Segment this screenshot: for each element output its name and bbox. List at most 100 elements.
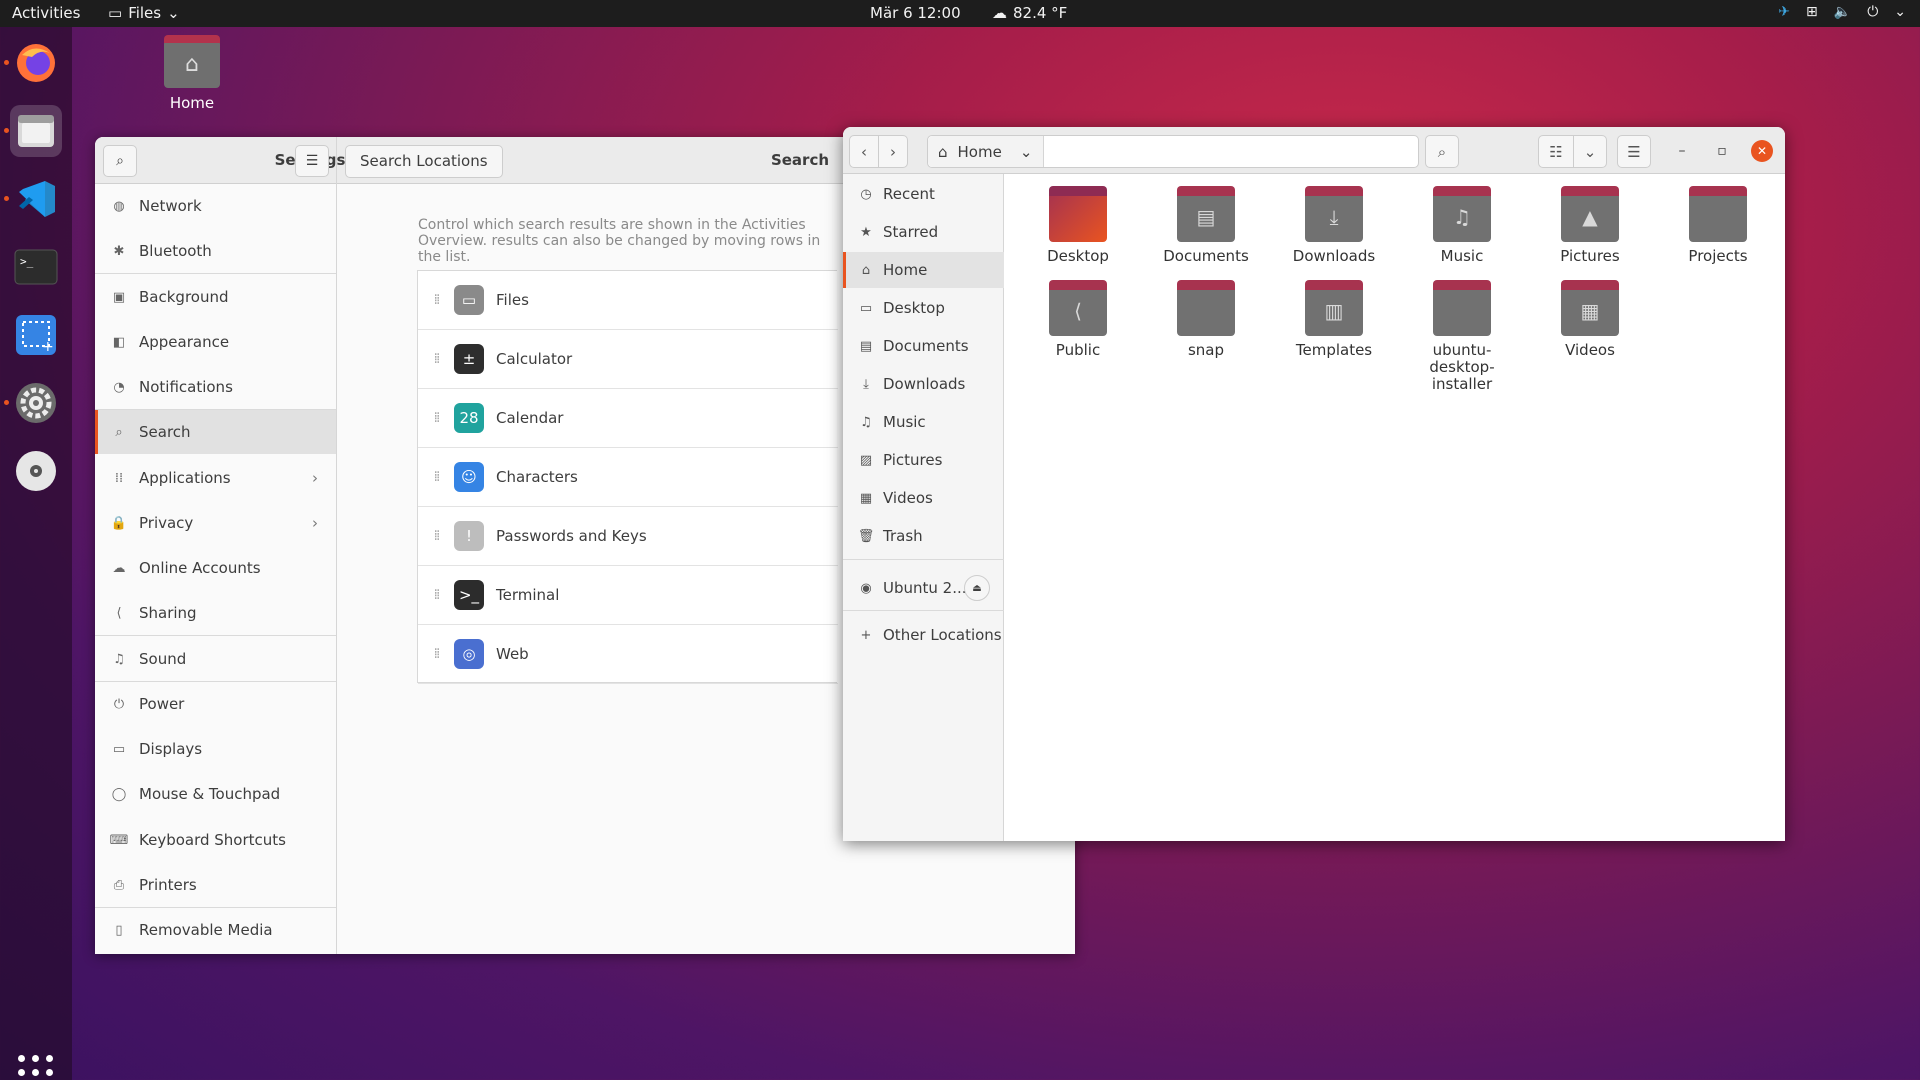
sidebar-item-network[interactable]: ◍ Network bbox=[95, 184, 336, 228]
sidebar-separator bbox=[95, 635, 336, 636]
drag-handle-icon[interactable]: ⁞⁞ bbox=[418, 292, 454, 308]
hamburger-menu-icon: ☰ bbox=[1627, 142, 1641, 161]
search-provider-row[interactable]: ⁞⁞ >_ Terminal bbox=[418, 566, 838, 625]
search-provider-row[interactable]: ⁞⁞ ± Calculator bbox=[418, 330, 838, 389]
maximize-button[interactable]: ▫ bbox=[1711, 140, 1733, 162]
search-provider-row[interactable]: ⁞⁞ ◎ Web bbox=[418, 625, 838, 684]
network-icon[interactable]: ⊞ bbox=[1806, 4, 1818, 20]
firefox-icon[interactable] bbox=[10, 37, 62, 89]
sidebar-item-search[interactable]: ⌕ Search bbox=[95, 410, 336, 454]
folder-item[interactable]: ▥ Templates bbox=[1274, 280, 1394, 359]
back-button[interactable]: ‹ bbox=[849, 135, 879, 168]
forward-button[interactable]: › bbox=[878, 135, 908, 168]
search-provider-row[interactable]: ⁞⁞ ▭ Files bbox=[418, 271, 838, 330]
terminal-icon[interactable]: >_ bbox=[10, 241, 62, 293]
drag-handle-icon[interactable]: ⁞⁞ bbox=[418, 528, 454, 544]
screenshot-icon[interactable]: + bbox=[10, 309, 62, 361]
sidebar-item-privacy[interactable]: 🔒 Privacy › bbox=[95, 501, 336, 545]
files-sidebar-downloads[interactable]: ⤓ Downloads bbox=[843, 366, 1004, 402]
desktop-home-icon[interactable]: ⌂ Home bbox=[160, 35, 224, 112]
folder-item[interactable]: ♫ Music bbox=[1402, 186, 1522, 265]
folder-item[interactable]: ubuntu-desktop-installer bbox=[1402, 280, 1522, 393]
files-sidebar-desktop[interactable]: ▭ Desktop bbox=[843, 290, 1004, 326]
drag-handle-icon[interactable]: ⁞⁞ bbox=[418, 469, 454, 485]
power-icon[interactable]: ⏻ bbox=[1867, 4, 1878, 20]
path-bar[interactable]: ⌂ Home ⌄ bbox=[927, 135, 1419, 168]
folder-item[interactable]: ▲ Pictures bbox=[1530, 186, 1650, 265]
sidebar-item-icon: ▯ bbox=[115, 922, 123, 938]
search-provider-row[interactable]: ⁞⁞ ☺ Characters bbox=[418, 448, 838, 507]
settings-search-button[interactable]: ⌕ bbox=[103, 145, 137, 177]
folder-item[interactable]: ⤓ Downloads bbox=[1274, 186, 1394, 265]
drag-handle-icon[interactable]: ⁞⁞ bbox=[418, 410, 454, 426]
clock[interactable]: Mär 6 12:00 bbox=[870, 4, 961, 22]
folder-item[interactable]: ▦ Videos bbox=[1530, 280, 1650, 359]
files-search-button[interactable]: ⌕ bbox=[1425, 135, 1459, 168]
sidebar-item-mouse-touchpad[interactable]: ◯ Mouse & Touchpad bbox=[95, 772, 336, 816]
sidebar-item-power[interactable]: ⏻ Power bbox=[95, 682, 336, 726]
folder-icon: ♫ bbox=[1433, 186, 1491, 242]
search-provider-row[interactable]: ⁞⁞! Passwords and Keys bbox=[418, 507, 838, 566]
activities-button[interactable]: Activities bbox=[12, 4, 80, 22]
vscode-icon[interactable] bbox=[10, 173, 62, 225]
settings-menu-button[interactable]: ☰ bbox=[295, 145, 329, 177]
show-apps-button[interactable] bbox=[18, 1055, 54, 1080]
sidebar-item-displays[interactable]: ▭ Displays bbox=[95, 727, 336, 771]
sidebar-item-applications[interactable]: ⁞⁞ Applications › bbox=[95, 456, 336, 500]
files-sidebar-other-locations[interactable]: + Other Locations bbox=[843, 617, 1004, 653]
folder-item[interactable]: Projects bbox=[1658, 186, 1778, 265]
drag-handle-icon[interactable]: ⁞⁞ bbox=[418, 351, 454, 367]
files-sidebar-documents[interactable]: ▤ Documents bbox=[843, 328, 1004, 364]
sidebar-item-online-accounts[interactable]: ☁ Online Accounts bbox=[95, 546, 336, 590]
search-icon: ⌕ bbox=[1437, 142, 1447, 161]
disc-icon[interactable] bbox=[10, 445, 62, 497]
sidebar-item-icon: ◯ bbox=[111, 786, 127, 802]
settings-icon[interactable] bbox=[10, 377, 62, 429]
sidebar-item-printers[interactable]: ⎙ Printers bbox=[95, 863, 336, 907]
files-sidebar-recent[interactable]: ◷ Recent bbox=[843, 176, 1004, 212]
search-provider-row[interactable]: ⁞⁞ 28 Calendar bbox=[418, 389, 838, 448]
chevron-down-icon[interactable]: ⌄ bbox=[1894, 4, 1906, 20]
disc-icon: ◉ bbox=[860, 580, 872, 596]
files-sidebar-videos[interactable]: ▦ Videos bbox=[843, 480, 1004, 516]
files-icon[interactable] bbox=[10, 105, 62, 157]
sidebar-item-sound[interactable]: ♫ Sound bbox=[95, 637, 336, 681]
sidebar-item-appearance[interactable]: ◧ Appearance bbox=[95, 320, 336, 364]
files-menu-button[interactable]: ☰ bbox=[1617, 135, 1651, 168]
sidebar-item-keyboard-shortcuts[interactable]: ⌨ Keyboard Shortcuts bbox=[95, 818, 336, 862]
provider-label: Characters bbox=[496, 468, 578, 486]
drag-handle-icon[interactable]: ⁞⁞ bbox=[418, 587, 454, 603]
folder-item[interactable]: snap bbox=[1146, 280, 1266, 359]
files-sidebar-pictures[interactable]: ▨ Pictures bbox=[843, 442, 1004, 478]
minimize-button[interactable]: – bbox=[1671, 140, 1693, 162]
sidebar-item-removable-media[interactable]: ▯ Removable Media bbox=[95, 908, 336, 952]
sidebar-item-sharing[interactable]: ⟨ Sharing bbox=[95, 591, 336, 635]
app-menu[interactable]: ▭ Files ⌄ bbox=[108, 4, 180, 22]
files-sidebar-music[interactable]: ♫ Music bbox=[843, 404, 1004, 440]
search-icon: ⌕ bbox=[116, 153, 124, 169]
files-sidebar-device[interactable]: ◉ Ubuntu 2... ⏏ bbox=[843, 570, 1004, 606]
system-tray[interactable]: ✈ ⊞ 🔈 ⏻ ⌄ bbox=[1778, 4, 1906, 20]
folder-grid: Desktop ▤ Documents ⤓ Downloads ♫ Music ▲ Pictur… bbox=[1004, 174, 1785, 841]
close-button[interactable]: ✕ bbox=[1751, 140, 1773, 162]
sidebar-item-bluetooth[interactable]: ✱ Bluetooth bbox=[95, 229, 336, 273]
telegram-icon[interactable]: ✈ bbox=[1778, 4, 1790, 20]
files-sidebar-starred[interactable]: ★ Starred bbox=[843, 214, 1004, 250]
folder-item[interactable]: ▤ Documents bbox=[1146, 186, 1266, 265]
chevron-down-icon: ⌄ bbox=[1019, 142, 1033, 161]
search-locations-button[interactable]: Search Locations bbox=[345, 145, 503, 178]
view-options-button[interactable]: ⌄ bbox=[1573, 135, 1607, 168]
place-icon: ★ bbox=[860, 224, 872, 240]
sidebar-item-background[interactable]: ▣ Background bbox=[95, 275, 336, 319]
path-segment-home[interactable]: ⌂ Home ⌄ bbox=[928, 136, 1044, 167]
sidebar-item-notifications[interactable]: ◔ Notifications bbox=[95, 365, 336, 409]
drag-handle-icon[interactable]: ⁞⁞ bbox=[418, 646, 454, 662]
files-sidebar-trash[interactable]: 🗑 Trash bbox=[843, 518, 1004, 554]
list-view-button[interactable]: ☷ bbox=[1538, 135, 1574, 168]
eject-button[interactable]: ⏏ bbox=[964, 575, 990, 601]
weather-indicator[interactable]: ☁ 82.4 °F bbox=[992, 4, 1067, 22]
files-sidebar-home[interactable]: ⌂ Home bbox=[843, 252, 1004, 288]
volume-icon[interactable]: 🔈 bbox=[1834, 4, 1851, 20]
folder-item[interactable]: Desktop bbox=[1018, 186, 1138, 265]
folder-item[interactable]: ⟨ Public bbox=[1018, 280, 1138, 359]
